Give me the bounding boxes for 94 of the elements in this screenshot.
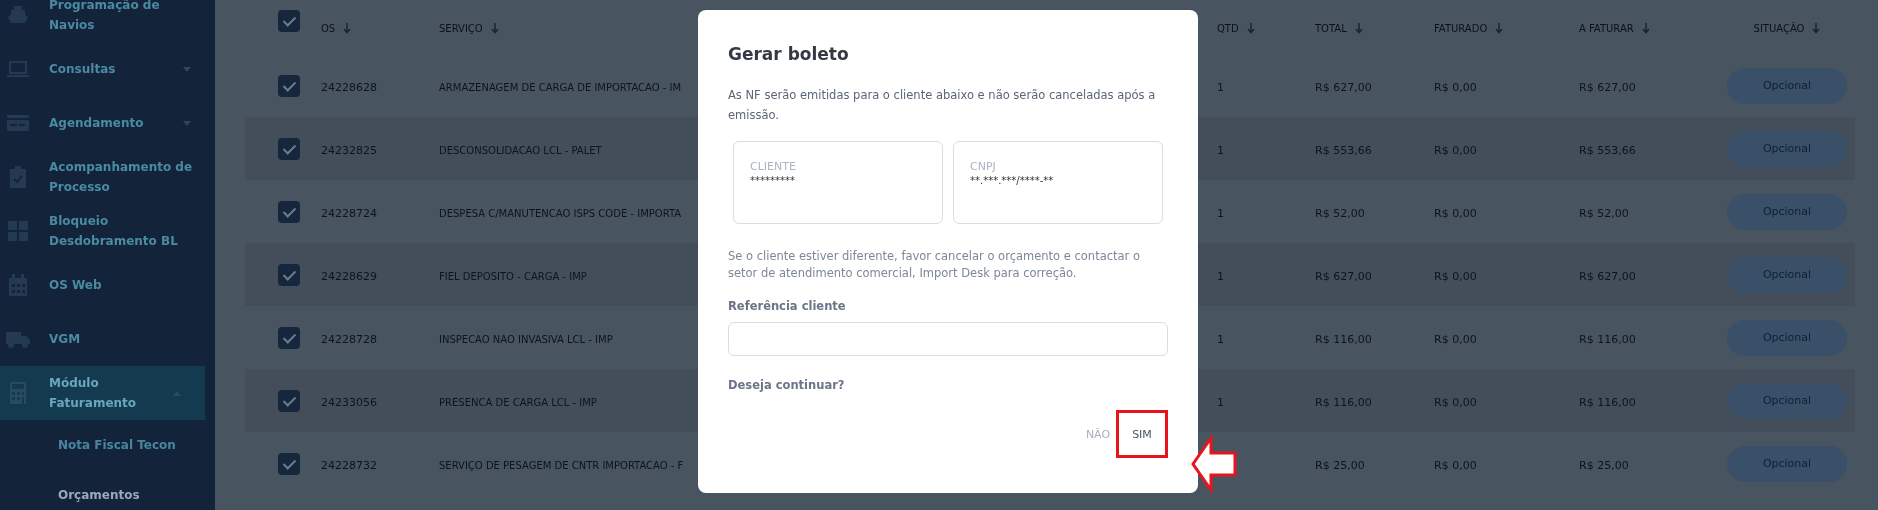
checkbox[interactable] [278, 200, 300, 223]
column-header[interactable]: FATURADO [1434, 23, 1488, 34]
field-value: ********* [750, 175, 796, 186]
table-cell: R$ 0,00 [1434, 144, 1477, 157]
checkbox[interactable] [278, 452, 300, 475]
sidebar-item[interactable]: Programação de Navios [0, 0, 215, 42]
table-cell: R$ 553,66 [1315, 144, 1372, 157]
table-cell: R$ 116,00 [1315, 333, 1372, 346]
table-cell: DESCONSOLIDACAO LCL - PALET [439, 145, 602, 156]
field-value: **.***.***/****-** [970, 175, 1055, 186]
table-cell: R$ 627,00 [1579, 270, 1636, 283]
table-cell: R$ 627,00 [1315, 81, 1372, 94]
dialog-button[interactable]: NÃO [1080, 410, 1116, 458]
checkbox[interactable] [278, 137, 300, 160]
column-header[interactable]: SERVIÇO [439, 23, 483, 34]
field-label: Referência cliente [728, 299, 847, 313]
table-cell: PRESENCA DE CARGA LCL - IMP [439, 397, 597, 408]
column-header[interactable]: A FATURAR [1579, 23, 1634, 34]
checkbox[interactable] [278, 389, 300, 412]
table-cell: R$ 553,66 [1579, 144, 1636, 157]
clipboard-check-icon [9, 166, 26, 188]
table-cell: R$ 0,00 [1434, 333, 1477, 346]
table-cell: R$ 52,00 [1579, 207, 1629, 220]
table-cell: ARMAZENAGEM DE CARGA DE IMPORTACAO - IM [439, 82, 682, 93]
dialog-title: Gerar boleto [728, 44, 850, 64]
checkbox[interactable] [278, 263, 300, 286]
table-cell: 24228629 [321, 270, 377, 283]
field-label: CNPJ [970, 160, 997, 173]
table-cell: FIEL DEPOSITO - CARGA - IMP [439, 271, 587, 282]
table-cell: 1 [1217, 144, 1224, 157]
grid-icon [7, 221, 28, 241]
caret-icon [183, 120, 191, 126]
table-cell: R$ 0,00 [1434, 396, 1477, 409]
table-cell: R$ 0,00 [1434, 207, 1477, 220]
caret-icon [183, 66, 191, 72]
sidebar-item[interactable]: Consultas [0, 42, 215, 96]
table-cell: R$ 116,00 [1579, 396, 1636, 409]
sidebar-item[interactable]: Agendamento [0, 96, 215, 150]
sidebar-item[interactable]: Acompanhamento de Processo [0, 150, 215, 204]
monitor-icon [6, 60, 29, 78]
sort-arrow-icon [1246, 23, 1255, 34]
sidebar-item[interactable]: Módulo Faturamento [0, 366, 205, 420]
reference-input[interactable] [728, 322, 1168, 356]
table-cell: 1 [1217, 396, 1224, 409]
table-cell: DESPESA C/MANUTENCAO ISPS CODE - IMPORTA [439, 208, 682, 219]
dialog-button[interactable]: SIM [1116, 410, 1168, 458]
sidebar-item[interactable]: Bloqueio Desdobramento BL [0, 204, 215, 258]
column-header[interactable]: OS [321, 23, 336, 34]
checkbox[interactable] [278, 74, 300, 97]
sort-arrow-icon [1495, 23, 1504, 34]
card-icon [6, 115, 29, 131]
checkbox[interactable] [278, 326, 300, 349]
table-cell: R$ 116,00 [1579, 333, 1636, 346]
table-cell: 1 [1217, 270, 1224, 283]
table-cell: R$ 52,00 [1315, 207, 1365, 220]
table-cell: 24228728 [321, 333, 377, 346]
ship-icon [6, 5, 29, 25]
table-cell: 1 [1217, 333, 1224, 346]
sort-arrow-icon [1641, 23, 1650, 34]
table-cell: R$ 25,00 [1315, 459, 1365, 472]
field-label: CLIENTE [750, 160, 797, 173]
table-cell: R$ 0,00 [1434, 459, 1477, 472]
table-cell: 24228724 [321, 207, 377, 220]
table-cell: 24233056 [321, 396, 377, 409]
table-cell: 24232825 [321, 144, 377, 157]
table-cell: 24228732 [321, 459, 377, 472]
checkbox[interactable] [278, 10, 300, 32]
table-cell: INSPECAO NAO INVASIVA LCL - IMP [439, 334, 613, 345]
dialog-note: Se o cliente estiver diferente, favor cancelar o orçamento e contactar o setor de atendimento comercial, Import Desk para correção. [728, 248, 1141, 282]
table-cell: R$ 627,00 [1315, 270, 1372, 283]
sort-arrow-icon [1812, 23, 1821, 34]
table-cell: R$ 116,00 [1315, 396, 1372, 409]
table-cell: 1 [1217, 81, 1224, 94]
sort-arrow-icon [1354, 23, 1363, 34]
submenu-item[interactable]: Nota Fiscal Tecon [0, 420, 215, 470]
column-header[interactable]: TOTAL [1315, 23, 1347, 34]
truck-icon [5, 330, 30, 348]
sidebar-item[interactable]: VGM [0, 312, 215, 366]
confirm-question: Deseja continuar? [728, 378, 846, 392]
sidebar-item[interactable]: OS Web [0, 258, 215, 312]
dialog-message: As NF serão emitidas para o cliente abaixo e não serão canceladas após a emissão. [728, 87, 1157, 124]
table-cell: 1 [1217, 207, 1224, 220]
table-cell: R$ 25,00 [1579, 459, 1629, 472]
table-cell: R$ 627,00 [1579, 81, 1636, 94]
column-header[interactable]: SITUAÇÃO [1753, 23, 1805, 34]
table-cell: 24228628 [321, 81, 377, 94]
calendar-icon [8, 274, 27, 296]
table-cell: R$ 0,00 [1434, 81, 1477, 94]
submenu-item[interactable]: Orçamentos [0, 470, 215, 510]
sort-arrow-icon [343, 23, 352, 34]
table-cell: R$ 0,00 [1434, 270, 1477, 283]
sort-arrow-icon [490, 23, 499, 34]
column-header[interactable]: QTD [1217, 23, 1239, 34]
table-cell: SERVIÇO DE PESAGEM DE CNTR IMPORTACAO - F [439, 460, 684, 471]
